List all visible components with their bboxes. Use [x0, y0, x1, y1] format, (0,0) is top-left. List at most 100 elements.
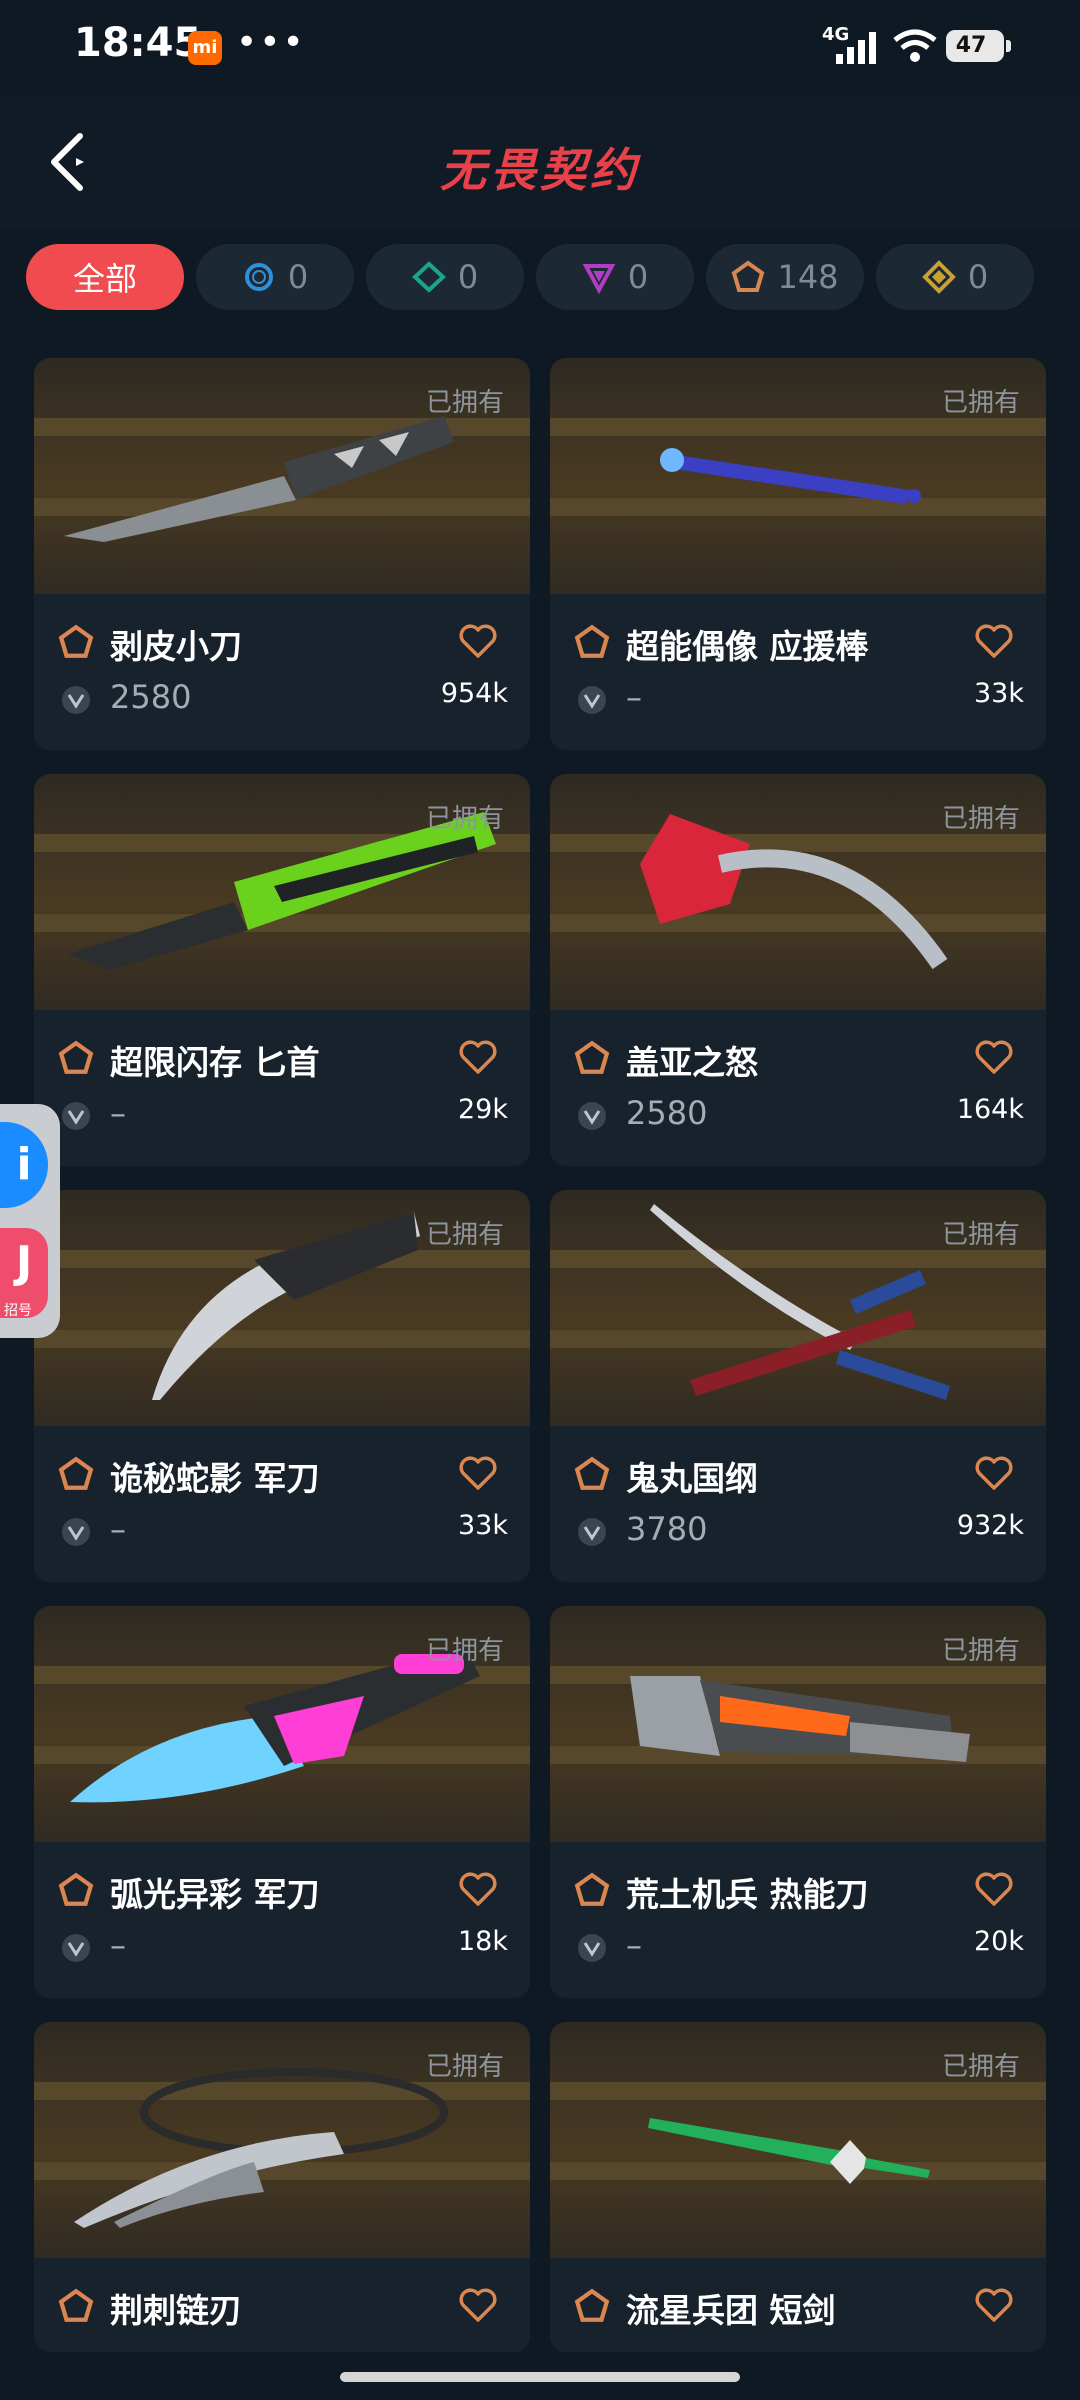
assistant-icon[interactable]: i	[0, 1122, 48, 1208]
heart-icon[interactable]	[974, 1454, 1014, 1492]
skin-name: 荆刺链刃	[110, 2291, 242, 2330]
heart-icon[interactable]	[458, 2286, 498, 2324]
skin-price: –	[626, 678, 642, 716]
filter-ultra-count: 0	[967, 258, 989, 296]
skin-name: 弧光异彩 军刀	[110, 1875, 320, 1914]
skin-name: 剥皮小刀	[110, 627, 242, 666]
owned-label: 已拥有	[941, 804, 1020, 834]
valorant-points-icon	[62, 1102, 90, 1130]
heart-icon[interactable]	[458, 1454, 498, 1492]
card-info: 盖亚之怒 2580 164k	[550, 1010, 1046, 1166]
filter-select-count: 0	[287, 258, 309, 296]
owned-label: 已拥有	[425, 1636, 504, 1666]
mi-badge-icon: mi	[188, 31, 222, 65]
owned-label: 已拥有	[941, 1220, 1020, 1250]
card-info: 鬼丸国纲 3780 932k	[550, 1426, 1046, 1582]
filter-all[interactable]: 全部	[26, 244, 184, 310]
skin-image: 已拥有	[550, 1190, 1046, 1426]
skin-card[interactable]: 已拥有 盖亚之怒 2580 164k	[550, 774, 1046, 1166]
skin-image: 已拥有	[34, 358, 530, 594]
like-count: 33k	[974, 678, 1024, 709]
filter-deluxe-tier[interactable]: 0	[366, 244, 524, 310]
exclusive-tier-icon	[574, 1456, 610, 1490]
skin-card[interactable]: 已拥有 剥皮小刀 2580 954k	[34, 358, 530, 750]
skin-image: 已拥有	[550, 774, 1046, 1010]
exclusive-tier-icon	[58, 1872, 94, 1906]
back-button[interactable]	[36, 126, 108, 198]
floating-assistant-widget[interactable]: i J 招号	[0, 1104, 60, 1338]
card-info: 诡秘蛇影 军刀 – 33k	[34, 1426, 530, 1582]
skin-price: 2580	[626, 1094, 708, 1132]
skin-price: –	[110, 1094, 126, 1132]
heart-icon[interactable]	[974, 1038, 1014, 1076]
battery-cap	[1006, 40, 1011, 52]
skin-name: 超能偶像 应援棒	[626, 627, 869, 666]
skin-card[interactable]: 已拥有 诡秘蛇影 军刀 – 33k	[34, 1190, 530, 1582]
skin-price: –	[626, 1926, 642, 1964]
wifi-icon	[893, 29, 937, 62]
valorant-points-icon	[62, 1934, 90, 1962]
like-count: 932k	[956, 1510, 1024, 1541]
exclusive-tier-icon	[58, 1456, 94, 1490]
filter-exclusive-tier[interactable]: 148	[706, 244, 864, 310]
filter-exclusive-count: 148	[777, 258, 839, 296]
skin-card[interactable]: 已拥有 流星兵团 短剑	[550, 2022, 1046, 2352]
heart-icon[interactable]	[974, 2286, 1014, 2324]
exclusive-tier-icon	[58, 2288, 94, 2322]
filter-select-tier[interactable]: 0	[196, 244, 354, 310]
skin-price: –	[110, 1926, 126, 1964]
filter-premium-count: 0	[627, 258, 649, 296]
card-info: 剥皮小刀 2580 954k	[34, 594, 530, 750]
skin-name: 荒土机兵 热能刀	[626, 1875, 869, 1914]
like-count: 20k	[974, 1926, 1024, 1957]
owned-label: 已拥有	[941, 388, 1020, 418]
valorant-points-icon	[62, 1518, 90, 1546]
like-count: 954k	[440, 678, 508, 709]
skin-card[interactable]: 已拥有 荒土机兵 热能刀 – 20k	[550, 1606, 1046, 1998]
valorant-points-icon	[578, 1518, 606, 1546]
skin-image: 已拥有	[550, 358, 1046, 594]
card-info: 荆刺链刃	[34, 2258, 530, 2352]
exclusive-tier-icon	[574, 1040, 610, 1074]
like-count: 18k	[458, 1926, 508, 1957]
skin-name: 流星兵团 短剑	[626, 2291, 836, 2330]
skin-name: 鬼丸国纲	[626, 1459, 758, 1498]
skin-price: 3780	[626, 1510, 708, 1548]
heart-icon[interactable]	[458, 1870, 498, 1908]
heart-icon[interactable]	[974, 1870, 1014, 1908]
owned-label: 已拥有	[425, 388, 504, 418]
skin-card[interactable]: 已拥有 超限闪存 匕首 – 29k	[34, 774, 530, 1166]
card-info: 流星兵团 短剑	[550, 2258, 1046, 2352]
card-info: 超能偶像 应援棒 – 33k	[550, 594, 1046, 750]
skin-image: 已拥有	[34, 774, 530, 1010]
filter-premium-tier[interactable]: 0	[536, 244, 694, 310]
exclusive-tier-icon	[574, 2288, 610, 2322]
skin-card[interactable]: 已拥有 超能偶像 应援棒 – 33k	[550, 358, 1046, 750]
card-info: 超限闪存 匕首 – 29k	[34, 1010, 530, 1166]
skin-price: –	[110, 1510, 126, 1548]
valorant-points-icon	[578, 1934, 606, 1962]
skin-price: 2580	[110, 678, 192, 716]
valorant-points-icon	[578, 1102, 606, 1130]
owned-label: 已拥有	[425, 804, 504, 834]
skin-card[interactable]: 已拥有 鬼丸国纲 3780 932k	[550, 1190, 1046, 1582]
status-time: 18:45	[74, 20, 202, 66]
heart-icon[interactable]	[458, 622, 498, 660]
skin-name: 诡秘蛇影 军刀	[110, 1459, 320, 1498]
page-title: 无畏契约	[440, 143, 640, 197]
ultra-tier-icon	[921, 260, 956, 294]
skin-card[interactable]: 已拥有 荆刺链刃	[34, 2022, 530, 2352]
signal-icon	[836, 32, 876, 64]
skin-image: 已拥有	[34, 1190, 530, 1426]
skin-card[interactable]: 已拥有 弧光异彩 军刀 – 18k	[34, 1606, 530, 1998]
filter-ultra-tier[interactable]: 0	[876, 244, 1034, 310]
heart-icon[interactable]	[458, 1038, 498, 1076]
exclusive-tier-icon	[58, 1040, 94, 1074]
filter-all-label: 全部	[72, 260, 137, 298]
heart-icon[interactable]	[974, 622, 1014, 660]
select-tier-icon	[244, 263, 273, 291]
skin-image: 已拥有	[34, 2022, 530, 2258]
battery-level: 47	[955, 33, 987, 58]
home-indicator[interactable]	[340, 2372, 740, 2382]
valorant-points-icon	[578, 686, 606, 714]
